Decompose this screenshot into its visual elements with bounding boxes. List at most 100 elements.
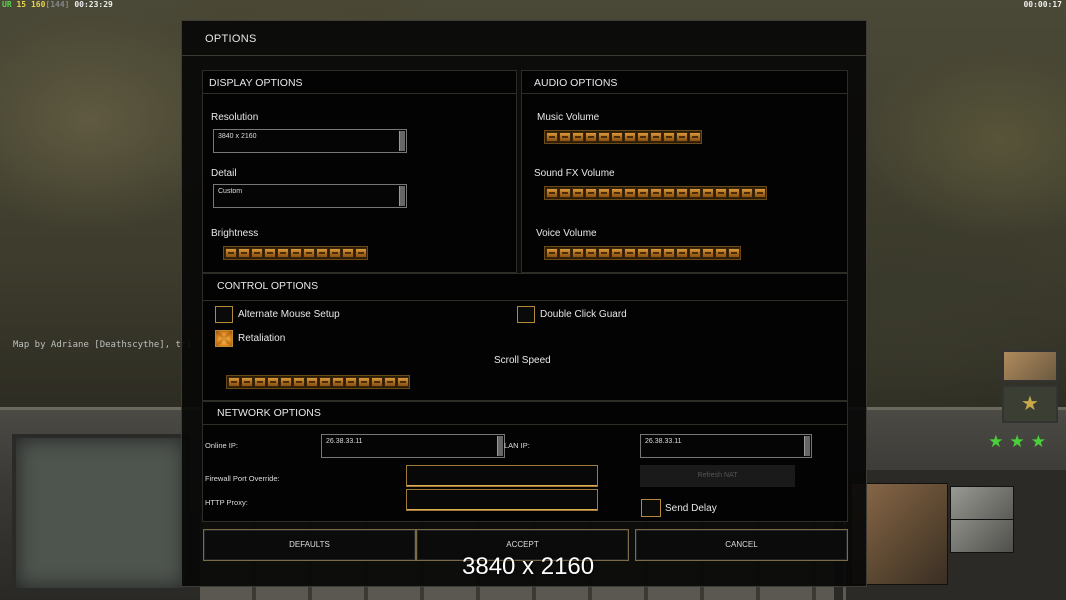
slider-segment (546, 132, 558, 142)
http-proxy-input[interactable] (406, 489, 598, 511)
hud-stat-b: 15 (16, 0, 27, 9)
slider-segment (572, 132, 584, 142)
hud-stats: UR 15 160[144] 00:23:29 (2, 0, 113, 9)
dropdown-scrollbar[interactable] (804, 436, 810, 456)
dropdown-scrollbar[interactable] (399, 131, 405, 151)
send-delay-label: Send Delay (665, 503, 717, 514)
slider-segment (689, 248, 701, 258)
slider-segment (277, 248, 289, 258)
slider-segment (663, 132, 675, 142)
scroll-speed-slider[interactable] (226, 375, 410, 389)
online-ip-label: Online IP: (205, 441, 238, 450)
radar-minimap[interactable] (12, 434, 190, 592)
resolution-tooltip: 3840 x 2160 (462, 553, 595, 580)
slider-segment (559, 248, 571, 258)
detail-dropdown[interactable]: Custom (213, 184, 407, 208)
cancel-button[interactable]: CANCEL (635, 529, 848, 561)
slider-segment (358, 377, 370, 387)
firewall-port-input[interactable] (406, 465, 598, 487)
scroll-speed-label: Scroll Speed (494, 355, 551, 366)
panel-divider (203, 300, 847, 301)
slider-segment (345, 377, 357, 387)
retaliation-checkbox[interactable] (215, 330, 233, 347)
slider-segment (559, 188, 571, 198)
firewall-port-label: Firewall Port Override: (205, 474, 280, 483)
slider-segment (598, 132, 610, 142)
slider-segment (267, 377, 279, 387)
slider-segment (598, 188, 610, 198)
slider-segment (715, 188, 727, 198)
slider-segment (585, 188, 597, 198)
hud-game-time: 00:23:29 (74, 0, 113, 9)
slider-segment (650, 132, 662, 142)
slider-segment (611, 132, 623, 142)
slider-segment (290, 248, 302, 258)
slider-segment (624, 132, 636, 142)
slider-segment (572, 248, 584, 258)
slider-segment (546, 188, 558, 198)
sfx-volume-label: Sound FX Volume (534, 168, 615, 179)
unit-ability-1[interactable] (950, 486, 1014, 520)
panel-divider (203, 424, 847, 425)
slider-segment (572, 188, 584, 198)
slider-segment (228, 377, 240, 387)
audio-options-header: AUDIO OPTIONS (534, 77, 618, 89)
title-divider (182, 55, 866, 56)
slider-segment (585, 132, 597, 142)
refresh-nat-button[interactable]: Refresh NAT (640, 465, 795, 487)
rank-emblem-icon[interactable]: ★ (1002, 385, 1058, 423)
resolution-dropdown[interactable]: 3840 x 2160 (213, 129, 407, 153)
resolution-label: Resolution (211, 112, 259, 123)
slider-segment (754, 188, 766, 198)
hud-timer: 00:00:17 (1023, 0, 1062, 9)
sfx-volume-slider[interactable] (544, 186, 767, 200)
slider-segment (371, 377, 383, 387)
slider-segment (384, 377, 396, 387)
slider-segment (316, 248, 328, 258)
slider-segment (241, 377, 253, 387)
double-click-guard-checkbox[interactable] (517, 306, 535, 323)
alternate-mouse-checkbox[interactable] (215, 306, 233, 323)
online-ip-dropdown[interactable]: 26.38.33.11 (321, 434, 505, 458)
http-proxy-label: HTTP Proxy: (205, 498, 248, 507)
slider-segment (293, 377, 305, 387)
general-portrait[interactable] (1002, 350, 1058, 382)
unit-ability-2[interactable] (950, 519, 1014, 553)
slider-segment (329, 248, 341, 258)
slider-segment (637, 248, 649, 258)
brightness-label: Brightness (211, 228, 259, 239)
dropdown-scrollbar[interactable] (497, 436, 503, 456)
music-volume-label: Music Volume (537, 112, 600, 123)
detail-value: Custom (218, 188, 243, 195)
control-options-header: CONTROL OPTIONS (217, 280, 319, 292)
slider-segment (251, 248, 263, 258)
lan-ip-dropdown[interactable]: 26.38.33.11 (640, 434, 812, 458)
slider-segment (637, 132, 649, 142)
send-delay-checkbox[interactable] (641, 499, 661, 517)
slider-segment (663, 188, 675, 198)
map-credit: Map by Adriane [Deathscythe], tri (13, 340, 192, 350)
hud-stat-c: 160 (30, 0, 46, 9)
slider-segment (728, 248, 740, 258)
slider-segment (280, 377, 292, 387)
slider-segment (611, 248, 623, 258)
slider-segment (355, 248, 367, 258)
dropdown-scrollbar[interactable] (399, 186, 405, 206)
slider-segment (238, 248, 250, 258)
slider-segment (650, 248, 662, 258)
slider-segment (397, 377, 409, 387)
slider-segment (559, 132, 571, 142)
voice-volume-label: Voice Volume (536, 228, 597, 239)
brightness-slider[interactable] (223, 246, 368, 260)
slider-segment (598, 248, 610, 258)
slider-segment (702, 248, 714, 258)
music-volume-slider[interactable] (544, 130, 702, 144)
lan-ip-value: 26.38.33.11 (645, 438, 682, 445)
defaults-button[interactable]: DEFAULTS (203, 529, 416, 561)
slider-segment (332, 377, 344, 387)
voice-volume-slider[interactable] (544, 246, 741, 260)
options-dialog: OPTIONS DISPLAY OPTIONS Resolution 3840 … (181, 20, 867, 587)
slider-segment (676, 188, 688, 198)
slider-segment (585, 248, 597, 258)
rank-stars-icon: ★★★ (988, 432, 1052, 451)
